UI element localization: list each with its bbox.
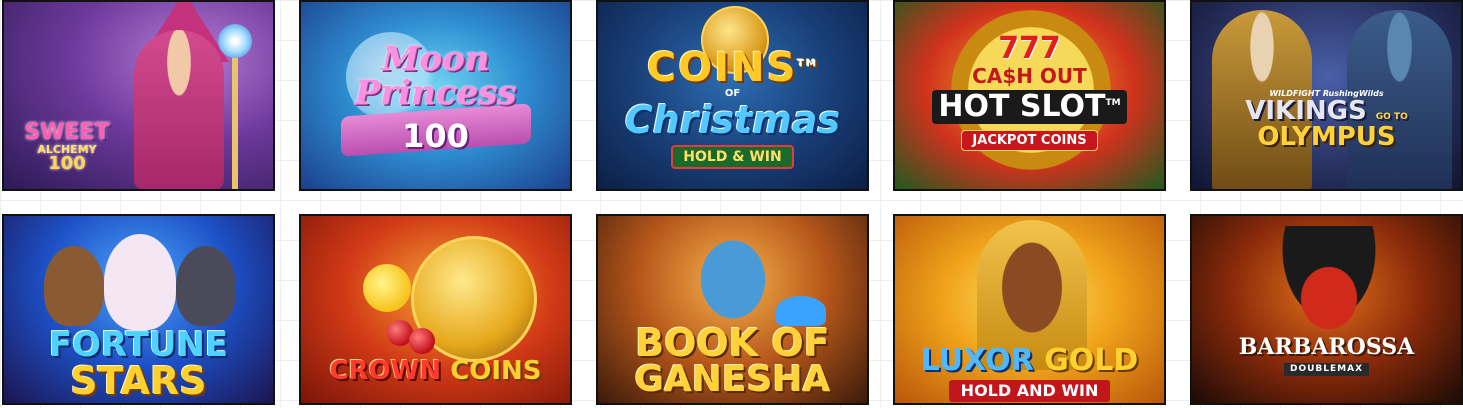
feature-badge: HOLD AND WIN [948,380,1111,402]
logo-line: Princess [354,73,517,113]
game-logo: WILDFIGHT RushingWilds VIKINGS GO TO OLY… [1192,90,1461,152]
game-thumbnail: BARBAROSSA DOUBLEMAX [1192,216,1461,403]
logo-line: CROWN COINS [329,356,542,386]
game-logo: Moon Princess 100 [301,42,570,152]
logo-line: 100 [402,117,469,155]
game-logo: BARBAROSSA DOUBLEMAX [1192,336,1461,376]
game-tile-moon-princess-100[interactable]: Moon Princess 100 [299,0,572,191]
pirate-character-illustration [1264,226,1394,346]
game-grid: SWEET ALCHEMY 100 Moon Princess 100 COIN… [0,0,1463,408]
game-logo: 777 CA$H OUT HOT SLOTTM JACKPOT COINS [895,34,1164,151]
cat-character-illustration [104,234,176,330]
logo-line: COINSTM [646,45,819,91]
wolf-character-illustration [176,246,236,326]
logo-line: FORTUNE [48,325,229,365]
game-logo: COINSTM OF Christmas HOLD & WIN [598,48,867,169]
game-thumbnail: WILDFIGHT RushingWilds VIKINGS GO TO OLY… [1192,2,1461,189]
logo-line: Christmas [624,98,841,142]
logo-line: VIKINGS GO TO [1245,96,1408,126]
game-thumbnail: 777 CA$H OUT HOT SLOTTM JACKPOT COINS [895,2,1164,189]
game-logo: SWEET ALCHEMY 100 [12,122,122,173]
game-tile-vikings-go-to-olympus[interactable]: WILDFIGHT RushingWilds VIKINGS GO TO OLY… [1190,0,1463,191]
feature-badge: DOUBLEMAX [1283,363,1370,376]
lemon-illustration [363,264,411,312]
logo-line: BARBAROSSA [1238,334,1415,360]
game-logo: FORTUNE STARS [4,328,273,400]
game-tile-luxor-gold[interactable]: LUXOR GOLD HOLD AND WIN [893,214,1166,405]
game-thumbnail: SWEET ALCHEMY 100 [4,2,273,189]
game-thumbnail: CROWN COINS [301,216,570,403]
cherry-illustration [409,328,435,354]
game-thumbnail: LUXOR GOLD HOLD AND WIN [895,216,1164,403]
logo-line: STARS [70,359,207,403]
logo-line: GANESHA [634,359,831,400]
game-tile-sweet-alchemy-100[interactable]: SWEET ALCHEMY 100 [2,0,275,191]
game-logo: CROWN COINS [301,358,570,384]
monkey-character-illustration [44,246,104,326]
crystal-orb-illustration [218,24,252,58]
game-logo: LUXOR GOLD HOLD AND WIN [895,346,1164,402]
logo-subtitle: GO TO [1375,112,1408,122]
logo-line: LUXOR GOLD [920,343,1139,378]
logo-line: BOOK OF [635,321,830,365]
logo-line: SWEET [24,120,110,145]
game-tile-coins-of-christmas[interactable]: COINSTM OF Christmas HOLD & WIN [596,0,869,191]
game-tile-crown-coins[interactable]: CROWN COINS [299,214,572,405]
game-thumbnail: BOOK OF GANESHA [598,216,867,403]
logo-line: Moon [381,39,490,79]
game-tile-777-cash-out-hot-slot[interactable]: 777 CA$H OUT HOT SLOTTM JACKPOT COINS [893,0,1166,191]
feature-badge: HOLD & WIN [671,145,794,169]
game-thumbnail: COINSTM OF Christmas HOLD & WIN [598,2,867,189]
logo-line: 777 [998,31,1061,66]
trademark-mark: TM [797,58,819,70]
game-tile-fortune-stars[interactable]: FORTUNE STARS [2,214,275,405]
game-thumbnail: FORTUNE STARS [4,216,273,403]
logo-line: HOT SLOTTM [895,86,1164,124]
feature-badge: JACKPOT COINS [961,130,1098,151]
game-tile-barbarossa-doublemax[interactable]: BARBAROSSA DOUBLEMAX [1190,214,1463,405]
witch-character-illustration [134,30,224,189]
game-thumbnail: Moon Princess 100 [301,2,570,189]
logo-line: CA$H OUT [972,64,1087,88]
game-logo: BOOK OF GANESHA [598,324,867,398]
game-tile-book-of-ganesha[interactable]: BOOK OF GANESHA [596,214,869,405]
logo-line: OLYMPUS [1257,122,1396,152]
logo-line: 100 [48,153,86,174]
trademark-mark: TM [1105,98,1121,108]
